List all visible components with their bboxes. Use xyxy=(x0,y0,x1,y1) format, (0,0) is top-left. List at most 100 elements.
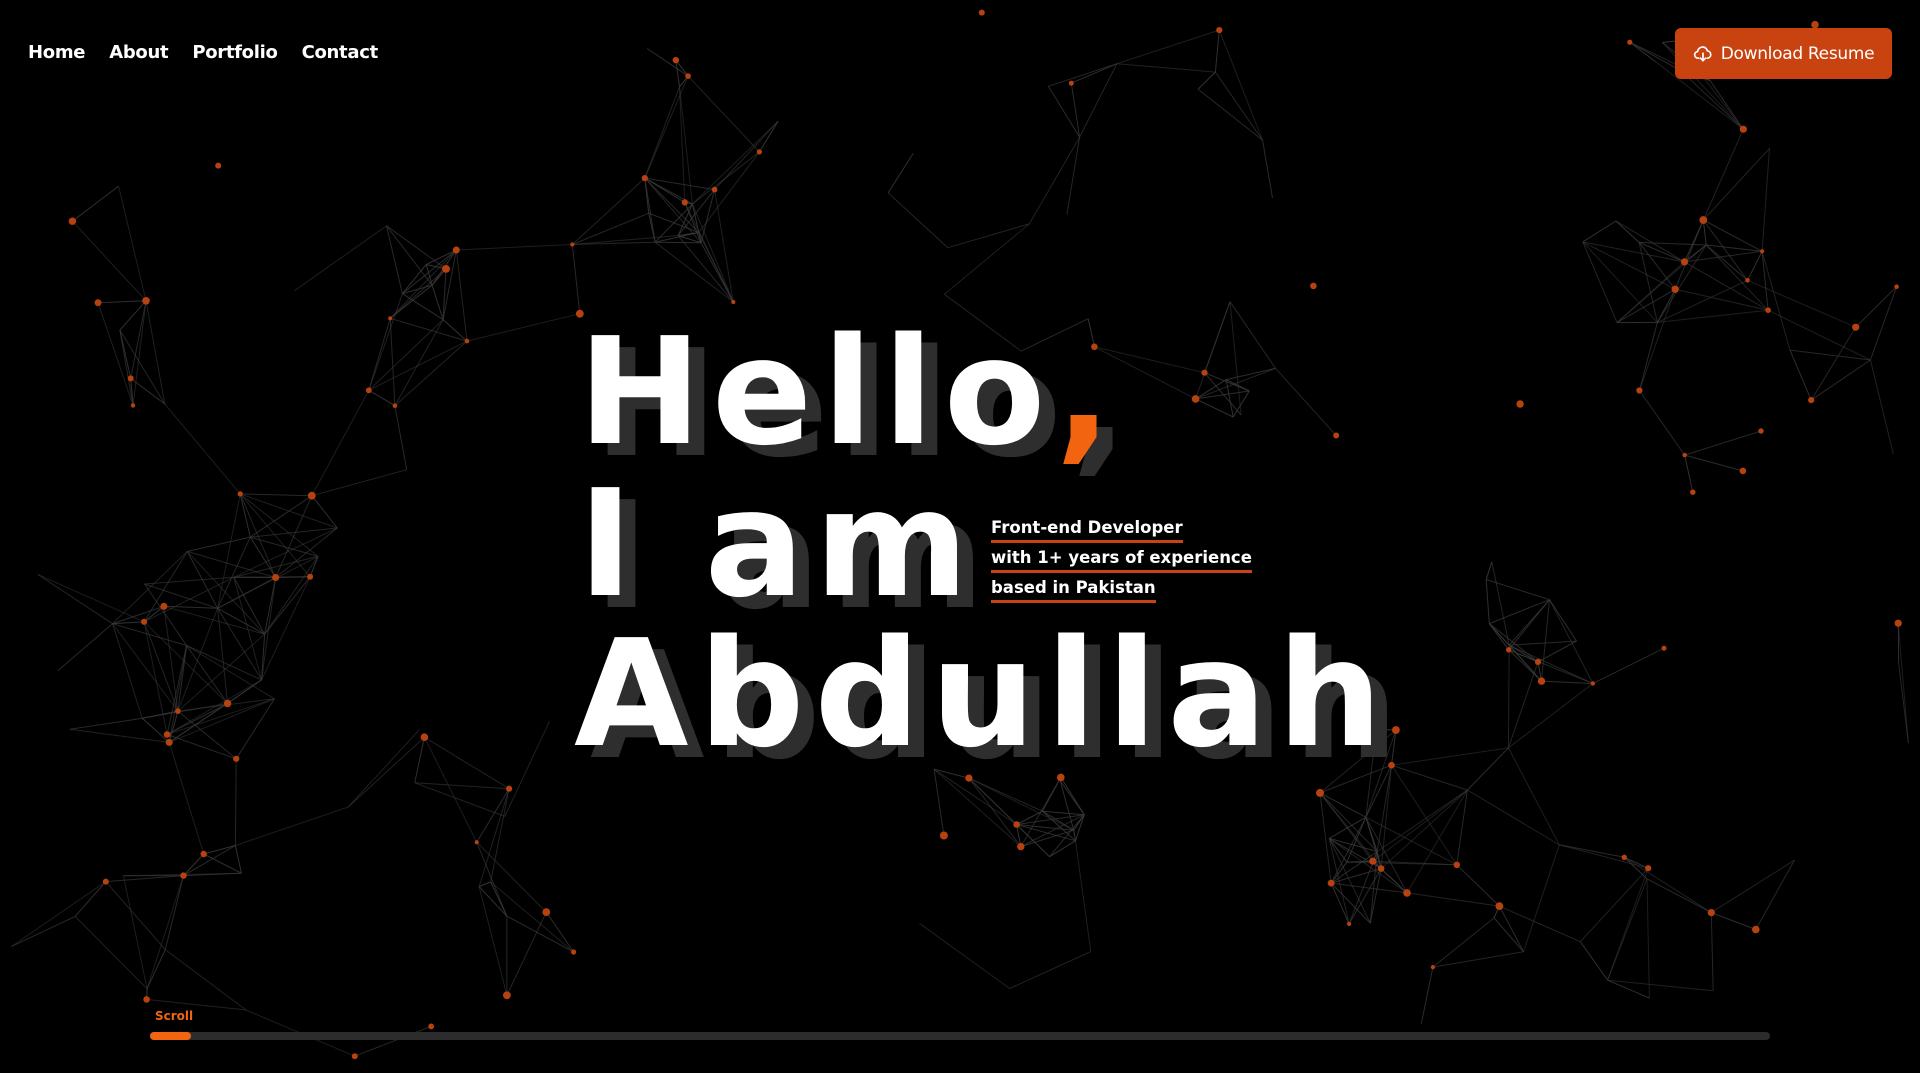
network-line xyxy=(1767,309,1871,361)
network-line xyxy=(1711,859,1795,914)
network-line xyxy=(478,886,508,996)
network-line xyxy=(1789,349,1812,401)
network-line xyxy=(654,241,734,303)
network-line xyxy=(691,203,734,303)
network-node xyxy=(94,299,102,307)
network-line xyxy=(234,758,237,846)
hero-greeting: Hello, xyxy=(578,318,1122,466)
scroll-progress-track[interactable] xyxy=(150,1032,1770,1040)
network-line xyxy=(1229,301,1242,415)
network-line xyxy=(187,550,276,578)
network-node xyxy=(1017,842,1025,851)
network-line xyxy=(1559,844,1625,858)
network-node xyxy=(102,878,109,885)
network-line xyxy=(57,623,113,672)
network-line xyxy=(1507,747,1560,846)
nav-link-home[interactable]: Home xyxy=(28,42,86,63)
network-line xyxy=(141,717,170,743)
network-line xyxy=(1420,966,1434,1024)
network-line xyxy=(1509,640,1577,646)
network-line xyxy=(1684,454,1744,472)
network-node xyxy=(428,1023,435,1030)
network-line xyxy=(646,48,689,77)
network-line xyxy=(132,300,147,406)
network-node xyxy=(1621,854,1628,860)
network-line xyxy=(1541,680,1593,684)
network-line xyxy=(1657,309,1769,323)
network-line xyxy=(506,915,574,953)
network-line xyxy=(74,916,148,990)
network-line xyxy=(1592,647,1665,684)
network-line xyxy=(239,493,319,557)
network-line xyxy=(478,788,510,887)
network-line xyxy=(1499,905,1581,943)
nav-link-contact[interactable]: Contact xyxy=(302,42,379,63)
network-node xyxy=(1534,658,1542,666)
network-line xyxy=(402,293,444,321)
network-line xyxy=(163,605,265,635)
network-line xyxy=(1508,683,1594,749)
network-line xyxy=(183,853,205,876)
network-line xyxy=(1456,790,1468,865)
network-line xyxy=(1646,878,1712,914)
network-node xyxy=(756,149,763,155)
network-node xyxy=(1347,921,1352,927)
network-node xyxy=(1765,307,1771,314)
network-line xyxy=(456,244,573,251)
network-node xyxy=(672,56,679,64)
network-line xyxy=(1049,840,1076,858)
network-line xyxy=(414,737,425,783)
network-line xyxy=(1638,390,1686,456)
network-node xyxy=(1333,432,1340,439)
network-node xyxy=(1758,428,1764,434)
network-node xyxy=(130,403,136,408)
network-node xyxy=(503,991,511,1000)
network-line xyxy=(1116,29,1220,65)
cloud-download-icon xyxy=(1693,44,1713,64)
network-node xyxy=(1745,278,1750,283)
nav-link-about[interactable]: About xyxy=(109,42,168,63)
hero-comma: , xyxy=(1055,306,1122,478)
network-node xyxy=(1852,323,1860,331)
network-line xyxy=(1855,286,1897,328)
network-line xyxy=(1376,789,1468,852)
network-line xyxy=(1579,941,1609,981)
scroll-progress-thumb[interactable] xyxy=(150,1032,191,1040)
nav-link-portfolio[interactable]: Portfolio xyxy=(192,42,278,63)
network-line xyxy=(1319,792,1367,818)
network-node xyxy=(1682,452,1687,458)
network-line xyxy=(1684,430,1762,456)
network-line xyxy=(186,645,275,700)
network-line xyxy=(1607,878,1648,981)
network-node xyxy=(223,699,232,708)
network-line xyxy=(187,536,251,552)
network-line xyxy=(166,734,237,760)
network-line xyxy=(1009,951,1092,989)
download-resume-label: Download Resume xyxy=(1720,43,1875,64)
network-line xyxy=(1684,454,1694,493)
network-line xyxy=(354,1025,432,1057)
download-resume-button[interactable]: Download Resume xyxy=(1675,28,1892,79)
hero-i-am: I am xyxy=(578,458,979,630)
network-node xyxy=(388,316,393,321)
network-node xyxy=(681,199,688,206)
network-line xyxy=(947,223,1030,249)
network-node xyxy=(160,602,168,610)
network-line xyxy=(122,875,148,989)
network-node xyxy=(570,242,575,247)
network-line xyxy=(105,881,166,950)
network-line xyxy=(506,911,547,996)
network-node xyxy=(571,949,577,955)
network-line xyxy=(394,405,408,470)
network-line xyxy=(1616,244,1707,323)
network-node xyxy=(237,491,243,497)
network-line xyxy=(1582,241,1618,323)
network-line xyxy=(186,645,229,704)
network-line xyxy=(919,922,1010,989)
network-line xyxy=(572,212,649,245)
network-line xyxy=(1710,912,1714,991)
network-node xyxy=(1661,645,1667,651)
network-line xyxy=(1607,979,1650,999)
network-node xyxy=(1191,395,1200,403)
network-node xyxy=(452,246,460,254)
